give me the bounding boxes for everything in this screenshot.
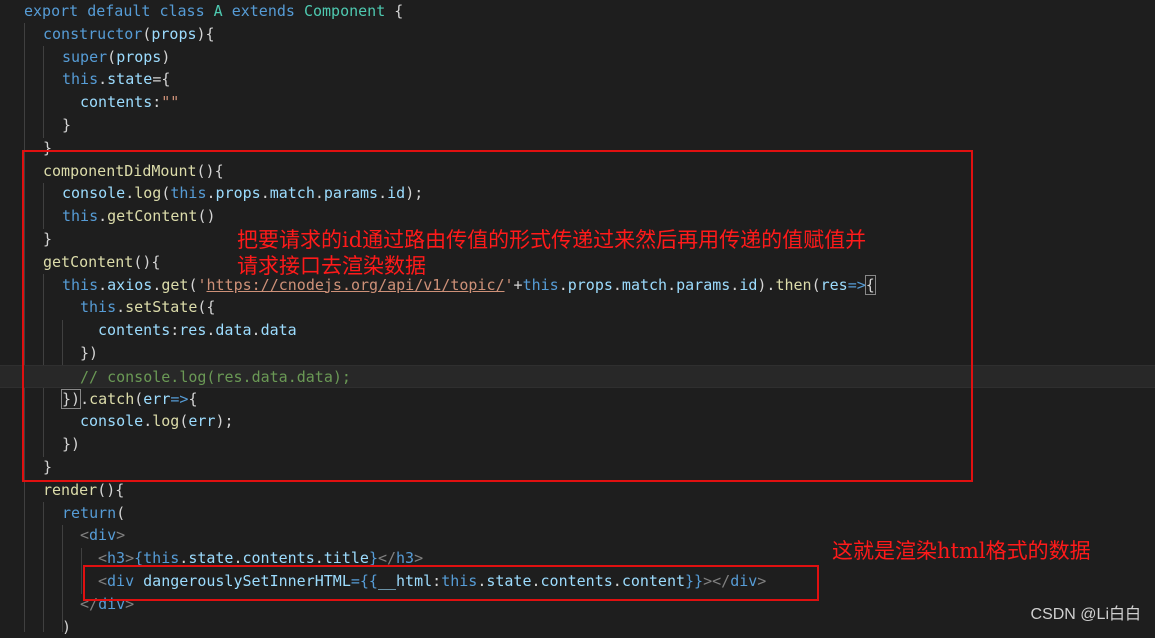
code-token: > xyxy=(116,526,126,545)
code-line[interactable]: this.state={ xyxy=(62,68,170,91)
code-token: A xyxy=(213,2,223,20)
code-token: . xyxy=(98,70,108,89)
indent-guide xyxy=(43,46,44,138)
code-token: default xyxy=(87,2,151,20)
code-token: extends xyxy=(231,2,295,20)
code-token: (){ xyxy=(97,480,125,499)
code-token: export xyxy=(24,2,79,20)
code-token: return xyxy=(62,503,117,522)
code-token: { xyxy=(394,2,404,20)
code-token: "" xyxy=(161,93,180,112)
code-token: ) xyxy=(161,47,171,66)
code-line[interactable]: contents:"" xyxy=(80,91,179,114)
code-token: constructor xyxy=(43,24,143,43)
code-token: ){ xyxy=(196,24,215,43)
code-token: div xyxy=(89,526,117,545)
annotation-note-line: 把要请求的id通过路由传值的形式传递过来然后再用传递的值赋值并 xyxy=(237,228,867,252)
code-token: contents xyxy=(80,93,153,112)
code-line[interactable]: return( xyxy=(62,502,125,525)
annotation-box-html-render xyxy=(83,565,819,601)
code-line[interactable]: } xyxy=(62,114,71,137)
code-token: ( xyxy=(107,47,117,66)
indent-guide xyxy=(81,548,82,594)
code-line[interactable]: super(props) xyxy=(62,46,170,69)
code-token: ={ xyxy=(152,70,171,89)
code-token: this xyxy=(62,70,99,89)
indent-guide xyxy=(43,502,44,632)
code-token: state xyxy=(107,70,153,89)
code-token: Component xyxy=(303,2,386,20)
annotation-note-line: 请求接口去渲染数据 xyxy=(237,254,426,278)
watermark: CSDN @Li白白 xyxy=(1030,606,1141,623)
code-line[interactable]: <div> xyxy=(80,524,125,547)
code-token: } xyxy=(62,116,72,134)
annotation-note-line: 这就是渲染html格式的数据 xyxy=(832,539,1091,563)
code-token: render xyxy=(43,480,98,499)
code-line[interactable]: render(){ xyxy=(43,479,124,502)
code-token: < xyxy=(80,526,90,545)
code-token: super xyxy=(62,47,108,66)
code-line[interactable]: export default class A extends Component… xyxy=(24,0,403,23)
code-line[interactable]: constructor(props){ xyxy=(43,23,215,46)
code-token: : xyxy=(152,93,162,112)
code-token: props xyxy=(116,47,162,66)
annotation-box-lifecycle xyxy=(22,150,973,482)
code-token: ( xyxy=(116,503,126,522)
annotation-note-lifecycle: 把要请求的id通过路由传值的形式传递过来然后再用传递的值赋值并 请求接口去渲染数… xyxy=(237,227,866,279)
code-line[interactable]: ) xyxy=(62,616,71,638)
code-token: class xyxy=(159,2,205,20)
code-token: ) xyxy=(62,617,72,636)
annotation-note-html: 这就是渲染html格式的数据 xyxy=(832,538,1091,564)
code-token: props xyxy=(151,24,197,43)
code-editor[interactable]: export default class A extends Component… xyxy=(0,0,1155,636)
